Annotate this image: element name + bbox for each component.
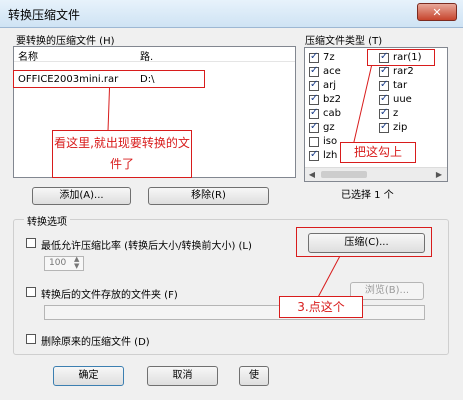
type-label: gz (323, 122, 335, 133)
min-ratio-label: 最低允许压缩比率 (转换后大小/转换前大小) (L) (41, 241, 252, 252)
remove-button[interactable]: 移除(R) (148, 187, 269, 205)
type-label: ace (323, 66, 341, 77)
type-label: bz2 (323, 94, 341, 105)
type-checkbox[interactable] (379, 93, 389, 105)
close-button[interactable]: ✕ (417, 3, 457, 21)
type-checkbox[interactable] (309, 121, 319, 133)
annotation-highlight-file (13, 70, 205, 88)
type-checkbox[interactable] (309, 107, 319, 119)
cancel-button[interactable]: 取消 (147, 366, 218, 386)
type-label: 7z (323, 52, 335, 63)
folder-checkbox[interactable] (26, 287, 36, 297)
type-checkbox[interactable] (309, 149, 319, 161)
scroll-right-icon[interactable]: ▶ (433, 169, 445, 181)
folder-path-input[interactable] (44, 305, 425, 320)
close-icon: ✕ (432, 6, 442, 19)
column-header-name[interactable]: 名称 (18, 48, 38, 63)
type-label: arj (323, 80, 337, 91)
ratio-spinner[interactable]: 100 ▲ ▼ (44, 255, 84, 271)
annotation-note-compress: 3.点这个 (279, 296, 363, 318)
scroll-left-icon[interactable]: ◀ (306, 169, 318, 181)
type-checkbox[interactable] (379, 79, 389, 91)
min-ratio-checkbox[interactable] (26, 238, 36, 248)
type-checkbox[interactable] (309, 65, 319, 77)
type-label: lzh (323, 150, 338, 161)
delete-original-checkbox[interactable] (26, 334, 36, 344)
type-label: rar2 (393, 66, 414, 77)
type-checkbox[interactable] (379, 107, 389, 119)
type-checkbox[interactable] (309, 137, 319, 147)
annotation-highlight-compress (296, 227, 432, 257)
type-label: uue (393, 94, 412, 105)
type-label: z (393, 108, 399, 119)
type-label: cab (323, 108, 341, 119)
add-button[interactable]: 添加(A)... (32, 187, 131, 205)
type-checkbox[interactable] (379, 121, 389, 133)
annotation-note-files: 看这里,就出现要转换的文件了 (52, 130, 192, 178)
type-checkbox[interactable] (309, 93, 319, 105)
file-list-header: 名称 路. (14, 47, 295, 63)
ok-button[interactable]: 确定 (53, 366, 124, 386)
delete-original-label: 删除原来的压缩文件 (D) (41, 337, 150, 348)
ratio-value: 100 (49, 258, 67, 268)
type-checkbox[interactable] (309, 51, 319, 63)
spin-down-icon[interactable]: ▼ (74, 262, 79, 270)
type-checkbox[interactable] (379, 65, 389, 77)
scroll-thumb[interactable] (321, 171, 367, 178)
window-title: 转换压缩文件 (8, 8, 81, 22)
type-label: zip (393, 122, 408, 133)
annotation-highlight-rar (367, 49, 435, 66)
title-bar: 转换压缩文件 ✕ (0, 0, 463, 28)
selected-count: 已选择 1 个 (341, 190, 394, 201)
files-group-label: 要转换的压缩文件 (H) (16, 36, 115, 47)
type-checkbox[interactable] (309, 79, 319, 91)
type-label: tar (393, 80, 408, 91)
options-group-label: 转换选项 (24, 213, 70, 228)
folder-label: 转换后的文件存放的文件夹 (F) (41, 290, 178, 301)
type-label: iso (323, 136, 338, 147)
column-header-path[interactable]: 路. (140, 48, 153, 63)
annotation-note-check: 把这勾上 (340, 142, 416, 163)
types-group-label: 压缩文件类型 (T) (305, 36, 383, 47)
help-button[interactable]: 使 (239, 366, 269, 386)
type-list-scrollbar[interactable]: ◀ ▶ (305, 167, 447, 181)
